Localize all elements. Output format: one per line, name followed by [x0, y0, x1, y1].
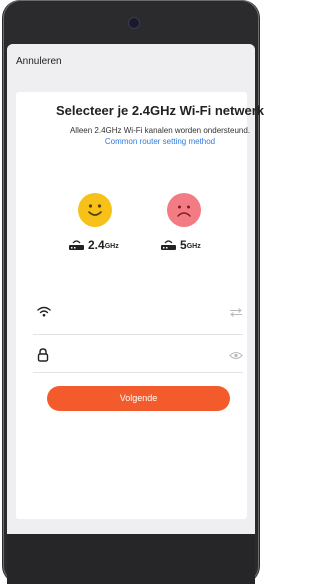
password-field[interactable] [33, 345, 243, 369]
band-value: 2.4 [88, 238, 105, 252]
eye-icon[interactable] [229, 351, 243, 360]
field-divider [33, 334, 243, 335]
band-5ghz: 5 GHz [160, 237, 201, 251]
band-unit: GHz [186, 243, 201, 250]
bottom-bezel [7, 534, 255, 584]
router-icon [161, 240, 176, 250]
cancel-button[interactable]: Annuleren [16, 56, 62, 67]
band-unit: GHz [104, 243, 119, 250]
wifi-network-field[interactable] [33, 301, 243, 325]
switch-network-icon[interactable] [229, 308, 243, 317]
band-value: 5 [180, 238, 187, 252]
router-settings-link[interactable]: Common router setting method [0, 137, 320, 146]
front-camera [128, 17, 140, 29]
top-nav: Annuleren [7, 44, 255, 79]
sad-face-icon [167, 193, 201, 227]
lock-icon [37, 348, 49, 362]
field-divider [33, 372, 243, 373]
next-button[interactable]: Volgende [47, 386, 230, 411]
happy-face-icon [78, 193, 112, 227]
page-subtitle: Alleen 2.4GHz Wi-Fi kanalen worden onder… [69, 126, 251, 135]
router-icon [69, 240, 84, 250]
band-24ghz: 2.4 GHz [68, 237, 119, 251]
page-title: Selecteer je 2.4GHz Wi-Fi netwerk [56, 103, 264, 118]
wifi-icon [37, 306, 51, 317]
